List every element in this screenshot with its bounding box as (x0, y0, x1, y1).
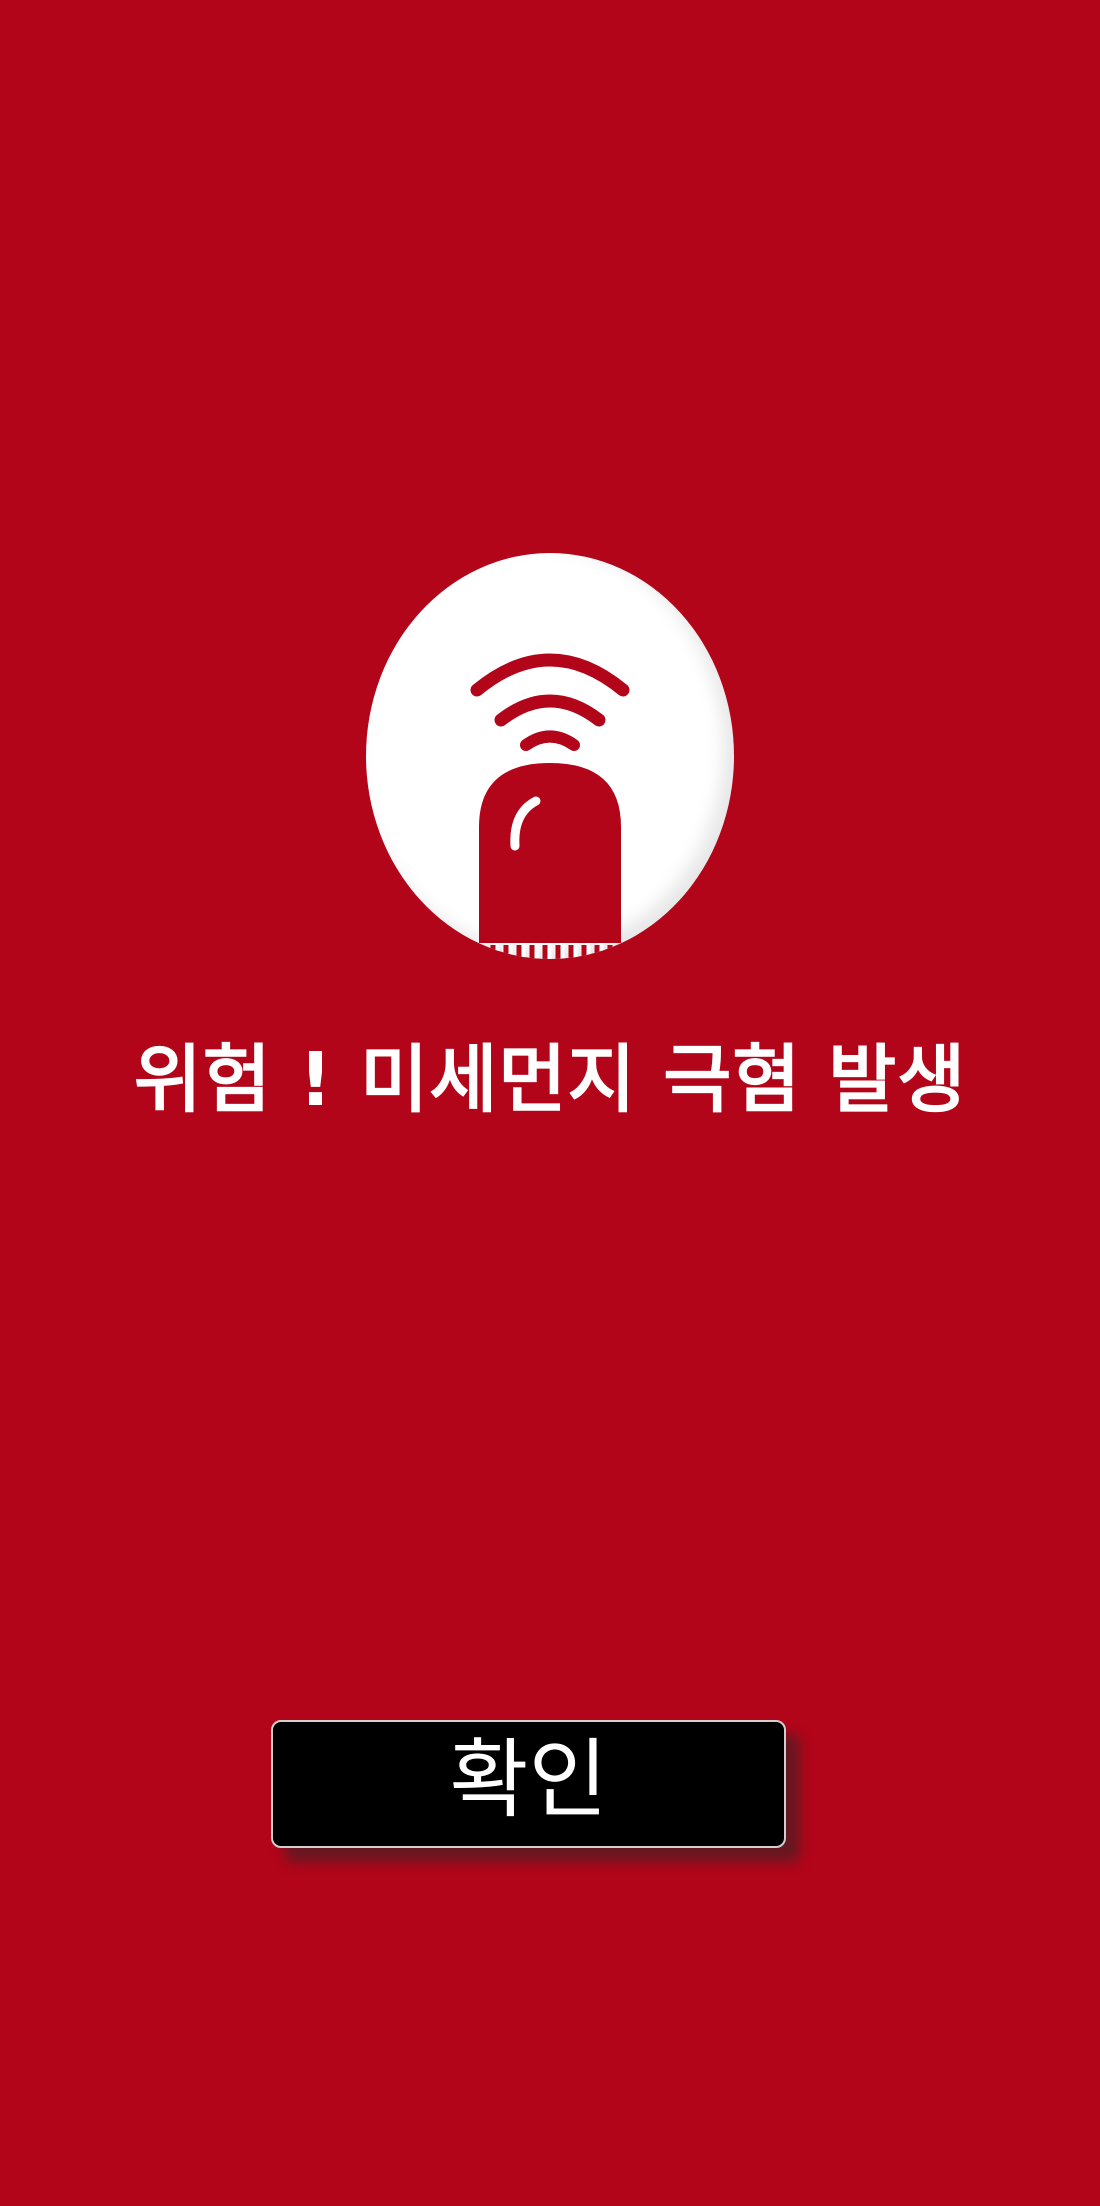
alarm-badge (366, 553, 734, 959)
confirm-button[interactable]: 확인 (271, 1720, 786, 1848)
confirm-button-label: 확인 (449, 1730, 608, 1830)
siren-alarm-icon (470, 653, 630, 959)
alert-screen: 위험 ! 미세먼지 극혐 발생 확인 (0, 0, 1100, 2206)
alert-message: 위험 ! 미세먼지 극혐 발생 (133, 1037, 967, 1123)
